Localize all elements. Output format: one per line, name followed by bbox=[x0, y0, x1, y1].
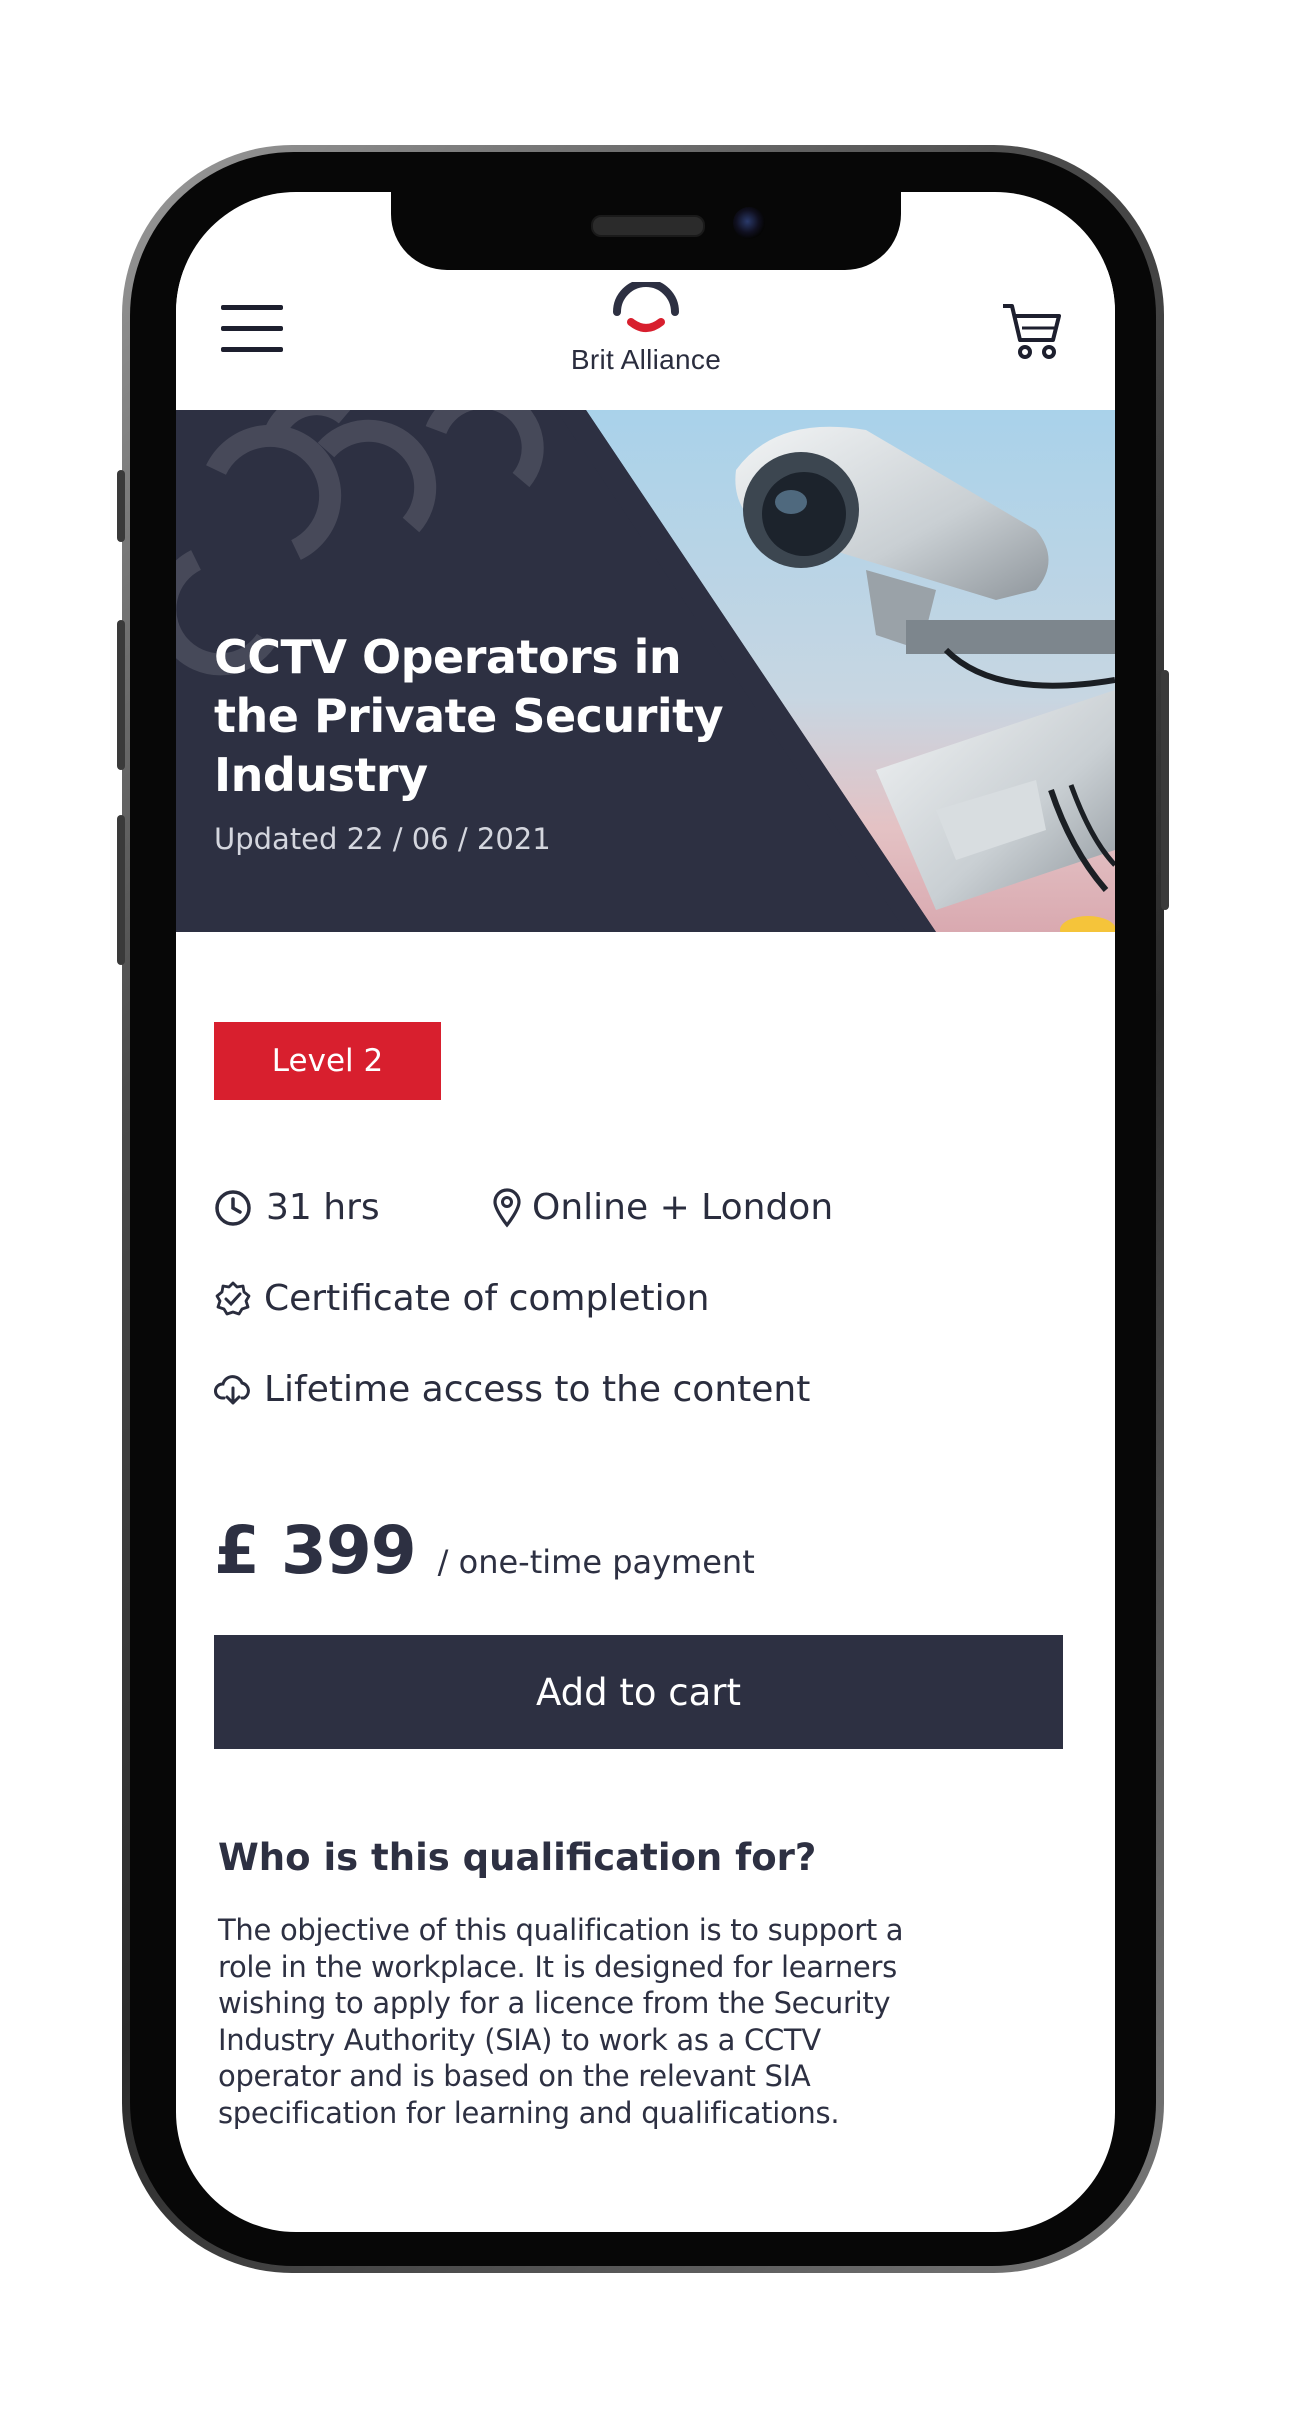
phone-volume-down bbox=[117, 815, 125, 965]
phone-screen: Brit Alliance CCTV Operators in the Priv… bbox=[176, 192, 1115, 2232]
speaker-grille bbox=[591, 215, 705, 237]
duration-row: 31 hrs bbox=[214, 1187, 380, 1228]
price-row: £ 399 / one-time payment bbox=[214, 1512, 755, 1589]
shopping-cart-icon[interactable] bbox=[1001, 300, 1063, 362]
brand-logo[interactable]: Brit Alliance bbox=[546, 282, 746, 392]
phone-power-button bbox=[1161, 670, 1169, 910]
qualification-heading: Who is this qualification for? bbox=[218, 1836, 817, 1879]
phone-notch bbox=[391, 192, 901, 270]
clock-icon bbox=[215, 1189, 251, 1226]
qualification-description: The objective of this qualification is t… bbox=[218, 1913, 904, 2130]
app-header: Brit Alliance bbox=[176, 270, 1115, 410]
access-text: Lifetime access to the content bbox=[264, 1369, 811, 1410]
price-note: / one-time payment bbox=[437, 1543, 755, 1581]
badge-check-icon bbox=[215, 1281, 251, 1315]
certificate-text: Certificate of completion bbox=[264, 1278, 710, 1319]
duration-text: 31 hrs bbox=[266, 1187, 380, 1228]
add-to-cart-button[interactable]: Add to cart bbox=[214, 1635, 1063, 1749]
location-row: Online + London bbox=[492, 1187, 833, 1228]
cloud-download-icon bbox=[214, 1374, 250, 1404]
location-text: Online + London bbox=[532, 1187, 834, 1228]
level-badge: Level 2 bbox=[214, 1022, 441, 1100]
access-row: Lifetime access to the content bbox=[214, 1369, 810, 1410]
hero-banner: CCTV Operators in the Private Security I… bbox=[176, 410, 1115, 932]
location-pin-icon bbox=[493, 1187, 521, 1228]
brand-logo-mark-icon bbox=[613, 282, 679, 332]
front-camera bbox=[733, 207, 765, 239]
certificate-row: Certificate of completion bbox=[214, 1278, 709, 1319]
phone-volume-up bbox=[117, 620, 125, 770]
brand-name: Brit Alliance bbox=[570, 344, 722, 375]
hamburger-menu-icon[interactable] bbox=[221, 305, 283, 353]
phone-mute-switch bbox=[117, 470, 125, 542]
updated-date: Updated 22 / 06 / 2021 bbox=[214, 822, 551, 856]
price-value: £ 399 bbox=[214, 1512, 417, 1589]
course-title: CCTV Operators in the Private Security I… bbox=[214, 630, 724, 802]
